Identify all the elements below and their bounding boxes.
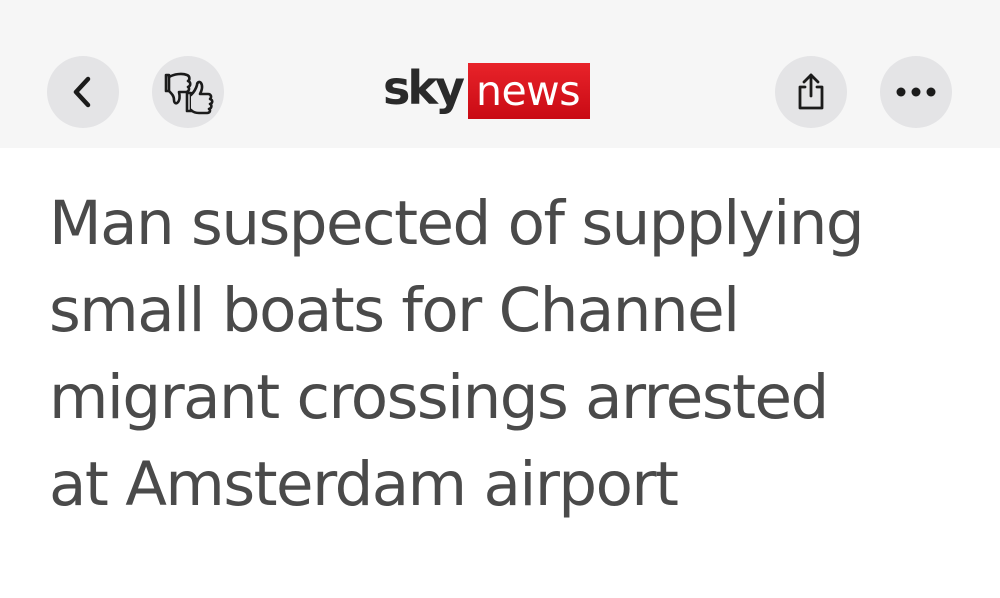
more-button[interactable] <box>880 56 952 128</box>
thumbs-down-up-icon <box>164 72 214 115</box>
back-button[interactable] <box>47 56 119 128</box>
logo-news-text: news <box>467 63 591 119</box>
feedback-button[interactable] <box>152 56 224 128</box>
chevron-left-icon <box>73 76 91 108</box>
headline-line: small boats for Channel <box>49 275 740 346</box>
share-button[interactable] <box>775 56 847 128</box>
top-bar: sky news <box>0 0 1000 148</box>
headline-line: at Amsterdam airport <box>49 449 679 520</box>
share-icon <box>798 73 824 110</box>
article-headline: Man suspected of supplying small boats f… <box>49 180 979 528</box>
more-icon <box>896 87 936 97</box>
headline-line: migrant crossings arrested <box>49 362 829 433</box>
headline-line: Man suspected of supplying <box>49 188 865 259</box>
logo-sky-text: sky <box>383 61 465 115</box>
sky-news-logo: sky news <box>383 61 591 119</box>
